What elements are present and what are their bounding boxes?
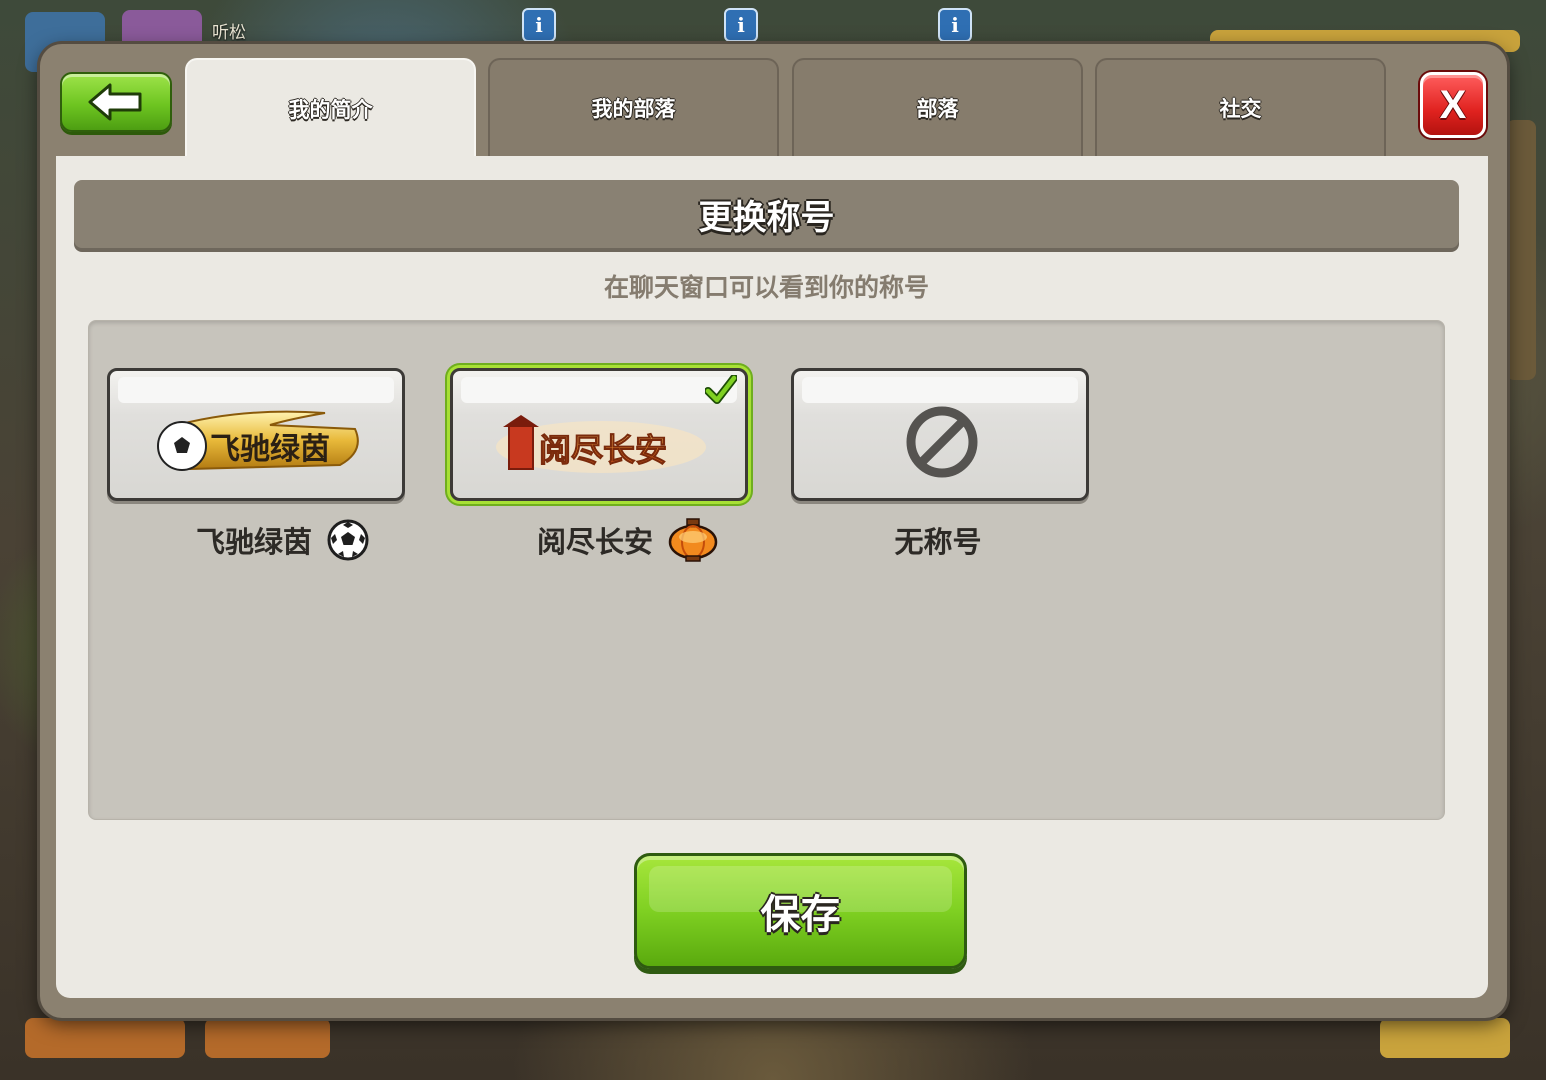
no-symbol-icon bbox=[906, 406, 978, 478]
bg-side-item bbox=[1506, 120, 1536, 380]
title-label-text: 飞驰绿茵 bbox=[195, 525, 312, 559]
checkmark-icon bbox=[705, 375, 737, 404]
tab-clans[interactable]: 部落 bbox=[792, 58, 1083, 156]
card-gloss bbox=[802, 377, 1078, 403]
soccer-title-badge: 飞驰绿茵 bbox=[157, 410, 359, 471]
close-button[interactable]: X bbox=[1420, 72, 1486, 138]
title-card-soccer[interactable]: 飞驰绿茵 bbox=[107, 368, 405, 501]
bg-bottom-item bbox=[205, 1018, 330, 1058]
left-arrow-icon bbox=[88, 83, 142, 121]
back-button[interactable] bbox=[60, 72, 172, 132]
tab-my-clan[interactable]: 我的部落 bbox=[488, 58, 779, 156]
save-button-label: 保存 bbox=[760, 892, 841, 938]
player-name: 听松 bbox=[212, 23, 246, 43]
title-card-none[interactable] bbox=[791, 368, 1089, 501]
title-label-text: 无称号 bbox=[894, 525, 982, 559]
info-icon[interactable]: i bbox=[522, 8, 556, 42]
title-label-none: 无称号 bbox=[788, 520, 1088, 560]
changan-badge-text: 阅尽长安 bbox=[539, 431, 667, 469]
card-gloss bbox=[461, 377, 737, 403]
soccer-badge-text: 飞驰绿茵 bbox=[210, 432, 330, 467]
save-button[interactable]: 保存 bbox=[634, 853, 967, 969]
panel-title: 更换称号 bbox=[74, 180, 1459, 248]
tab-my-profile[interactable]: 我的简介 bbox=[185, 58, 476, 158]
bg-bottom-item bbox=[1380, 1018, 1510, 1058]
panel-subtitle: 在聊天窗口可以看到你的称号 bbox=[603, 273, 929, 302]
lantern-icon bbox=[668, 518, 718, 562]
soccer-ball-icon bbox=[327, 519, 369, 561]
title-label-changan: 阅尽长安 bbox=[478, 518, 778, 562]
changan-title-badge: 阅尽长安 bbox=[496, 415, 706, 473]
title-label-soccer: 飞驰绿茵 bbox=[133, 519, 433, 561]
tab-social[interactable]: 社交 bbox=[1095, 58, 1386, 156]
bg-bottom-item bbox=[25, 1018, 185, 1058]
title-label-text: 阅尽长安 bbox=[536, 525, 653, 559]
info-icon[interactable]: i bbox=[938, 8, 972, 42]
title-card-changan[interactable]: 阅尽长安 bbox=[450, 368, 748, 501]
info-icon[interactable]: i bbox=[724, 8, 758, 42]
